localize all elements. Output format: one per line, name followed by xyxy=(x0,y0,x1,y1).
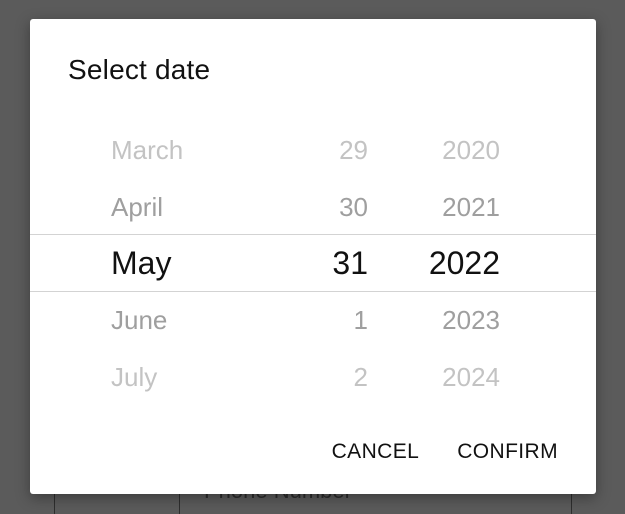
picker-row-selected[interactable]: May 31 2022 xyxy=(30,235,596,292)
day-option[interactable]: 30 xyxy=(298,179,368,236)
month-option[interactable]: April xyxy=(111,179,163,236)
year-option[interactable]: 2023 xyxy=(414,292,500,349)
selected-month[interactable]: May xyxy=(111,235,171,292)
year-option[interactable]: 2024 xyxy=(414,349,500,406)
dialog-title: Select date xyxy=(68,54,211,85)
day-option[interactable]: 1 xyxy=(298,292,368,349)
cancel-button[interactable]: CANCEL xyxy=(332,440,420,464)
confirm-button[interactable]: CONFIRM xyxy=(457,440,558,464)
year-option[interactable]: 2021 xyxy=(414,179,500,236)
screen: Phone Number Select date March 29 2020 A… xyxy=(0,0,625,514)
picker-row[interactable]: March 29 2020 xyxy=(30,122,596,179)
day-option[interactable]: 29 xyxy=(298,122,368,179)
picker-row[interactable]: June 1 2023 xyxy=(30,292,596,349)
date-picker-dialog: Select date March 29 2020 April 30 2021 … xyxy=(30,19,596,494)
dialog-actions: CANCEL CONFIRM xyxy=(332,437,558,467)
month-option[interactable]: June xyxy=(111,292,167,349)
picker-row[interactable]: July 2 2024 xyxy=(30,349,596,406)
picker-row[interactable]: April 30 2021 xyxy=(30,179,596,236)
selected-day[interactable]: 31 xyxy=(298,235,368,292)
day-option[interactable]: 2 xyxy=(298,349,368,406)
year-option[interactable]: 2020 xyxy=(414,122,500,179)
date-wheel-picker[interactable]: March 29 2020 April 30 2021 May 31 2022 … xyxy=(30,122,596,407)
month-option[interactable]: March xyxy=(111,122,183,179)
month-option[interactable]: July xyxy=(111,349,157,406)
selected-year[interactable]: 2022 xyxy=(410,235,500,292)
